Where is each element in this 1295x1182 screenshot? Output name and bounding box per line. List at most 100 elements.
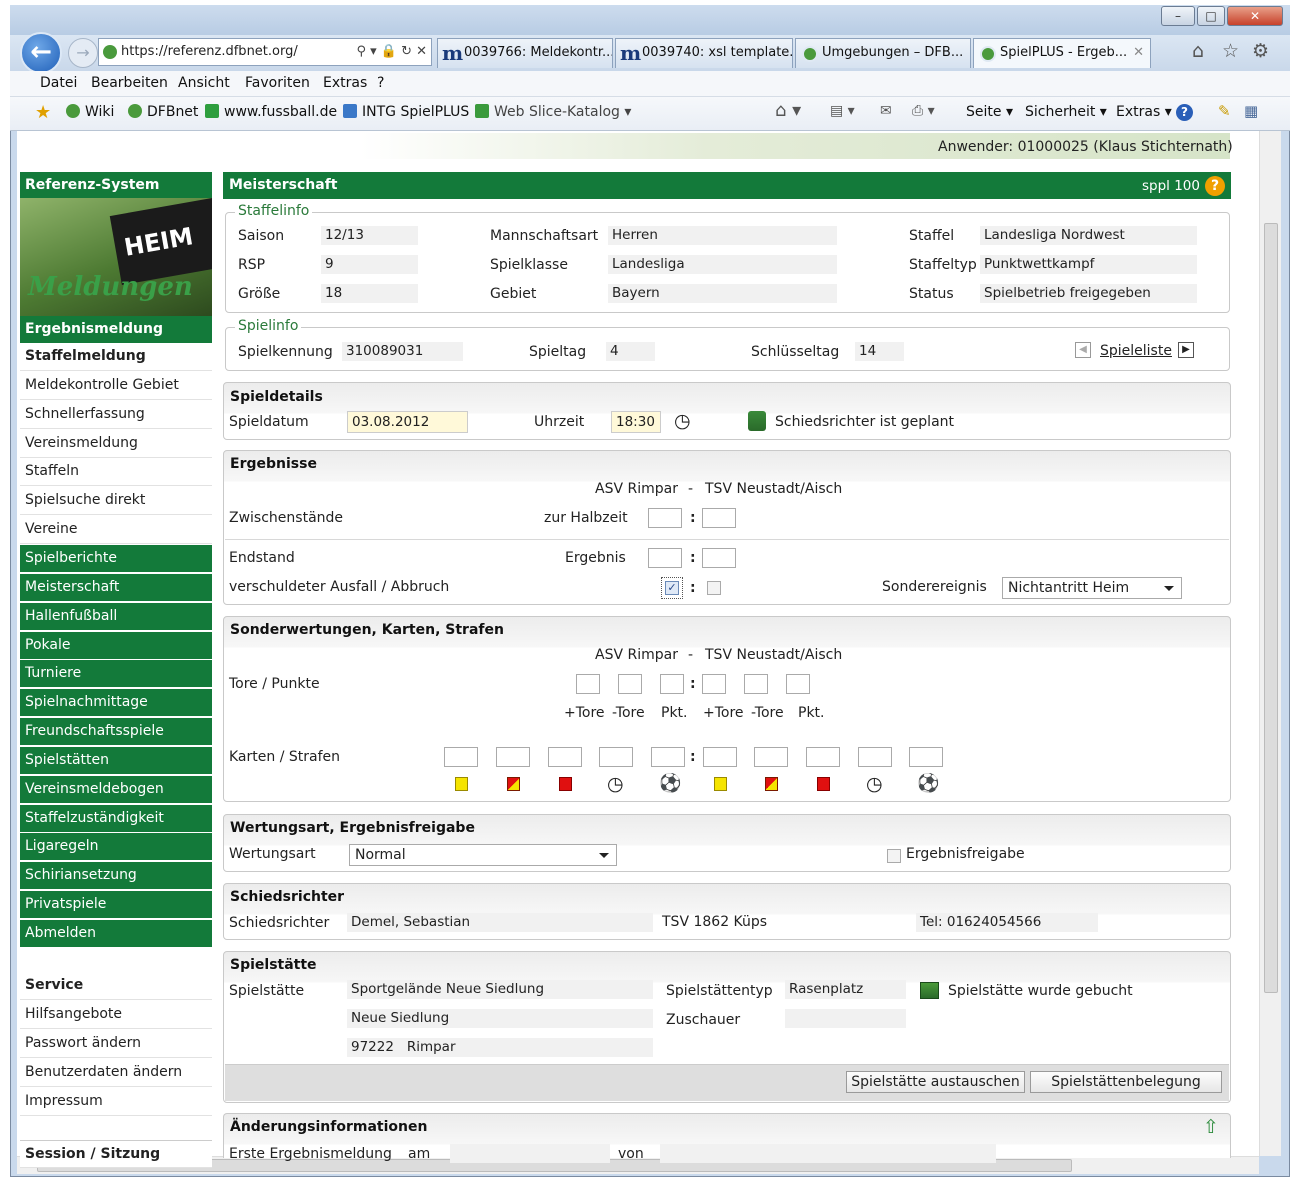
sidebar-item-spielsuche-direkt[interactable]: Spielsuche direkt — [20, 487, 212, 516]
sonderereignis-select[interactable]: Nichtantritt Heim — [1002, 577, 1182, 599]
away-time-penalty-input[interactable] — [858, 747, 892, 767]
home-plus-tore-input[interactable] — [576, 674, 600, 694]
settings-gear-icon[interactable]: ⚙ — [1252, 40, 1269, 62]
sidebar-item-ergebnismeldung[interactable]: Ergebnismeldung — [20, 316, 212, 344]
sidebar-item-vereinsmeldung[interactable]: Vereinsmeldung — [20, 429, 212, 458]
tools-icon[interactable]: ▦ — [1244, 102, 1258, 120]
tab-umgebungen[interactable]: Umgebungen – DFB... — [795, 38, 971, 68]
ergebnis-away-input[interactable] — [702, 548, 736, 568]
service-item-benutzerdaten-ändern[interactable]: Benutzerdaten ändern — [20, 1059, 212, 1087]
back-button-icon[interactable]: ← — [20, 32, 62, 74]
sidebar-item-vereinsmeldebogen[interactable]: Vereinsmeldebogen — [20, 775, 212, 804]
forward-button-icon[interactable]: → — [68, 38, 98, 68]
sidebar-item-staffelzuständigkeit[interactable]: Staffelzuständigkeit — [20, 804, 212, 833]
away-punkte-input[interactable] — [786, 674, 810, 694]
tool-seite[interactable]: Seite ▾ — [966, 104, 1013, 120]
research-icon[interactable]: ✎ — [1218, 102, 1231, 120]
halbzeit-home-input[interactable] — [648, 508, 682, 528]
sidebar-item-hallenfußball[interactable]: Hallenfußball — [20, 602, 212, 631]
collapse-up-icon[interactable]: ⇧ — [1203, 1116, 1219, 1138]
sidebar-item-vereine[interactable]: Vereine — [20, 516, 212, 545]
away-minus-tore-input[interactable] — [744, 674, 768, 694]
sidebar-item-abmelden[interactable]: Abmelden — [20, 920, 212, 948]
ergebnisfreigabe-checkbox[interactable] — [887, 849, 901, 863]
away-plus-tore-input[interactable] — [702, 674, 726, 694]
print-icon[interactable]: ⎙ ▾ — [912, 103, 935, 119]
wertungsart-select[interactable]: Normal — [349, 844, 617, 866]
fav-wiki[interactable]: Wiki — [66, 104, 114, 120]
mail-icon[interactable]: ✉ — [880, 103, 892, 119]
fav-fussball[interactable]: www.fussball.de — [205, 104, 337, 120]
home-icon[interactable]: ⌂ — [1192, 40, 1204, 62]
menu-datei[interactable]: Datei — [40, 75, 77, 91]
home-time-penalty-input[interactable] — [599, 747, 633, 767]
sidebar-item-schiriansetzung[interactable]: Schiriansetzung — [20, 862, 212, 891]
sidebar-item-pokale[interactable]: Pokale — [20, 631, 212, 660]
close-tab-icon[interactable]: ✕ — [1133, 39, 1144, 67]
spieldatum-input[interactable]: 03.08.2012 — [347, 411, 468, 433]
vertical-scrollbar[interactable] — [1259, 131, 1281, 1156]
service-item-passwort-ändern[interactable]: Passwort ändern — [20, 1030, 212, 1058]
sidebar-item-spielnachmittage[interactable]: Spielnachmittage — [20, 689, 212, 718]
home-page-icon[interactable]: ⌂ ▾ — [775, 100, 801, 121]
sidebar-item-spielstätten[interactable]: Spielstätten — [20, 746, 212, 775]
sidebar-item-turniere[interactable]: Turniere — [20, 660, 212, 689]
tab-xsl-template[interactable]: m 0039740: xsl template... — [615, 38, 793, 68]
help-icon[interactable]: ? — [1176, 104, 1193, 121]
sidebar-item-meisterschaft[interactable]: Meisterschaft — [20, 573, 212, 602]
clock-icon[interactable]: ◷ — [674, 411, 691, 431]
sidebar-item-freundschaftsspiele[interactable]: Freundschaftsspiele — [20, 718, 212, 747]
menu-extras[interactable]: Extras — [323, 75, 367, 91]
menu-bearbeiten[interactable]: Bearbeiten — [91, 75, 168, 91]
away-ball-input[interactable] — [909, 747, 943, 767]
sidebar-item-privatspiele[interactable]: Privatspiele — [20, 891, 212, 920]
uhrzeit-input[interactable]: 18:30 — [611, 411, 661, 433]
close-window-button[interactable]: ✕ — [1227, 6, 1283, 26]
address-bar[interactable]: https://referenz.dfbnet.org/ ⚲ ▾ 🔒 ↻ ✕ — [98, 38, 432, 66]
sidebar-item-meldekontrolle-gebiet[interactable]: Meldekontrolle Gebiet — [20, 371, 212, 400]
ergebnis-home-input[interactable] — [648, 548, 682, 568]
maximize-button[interactable]: □ — [1197, 6, 1225, 26]
home-red-card-input[interactable] — [548, 747, 582, 767]
sidebar-item-ligaregeln[interactable]: Ligaregeln — [20, 833, 212, 862]
spielstaette-austauschen-button[interactable]: Spielstätte austauschen — [846, 1071, 1025, 1093]
sidebar-item-staffeln[interactable]: Staffeln — [20, 458, 212, 487]
spielstaettenbelegung-button[interactable]: Spielstättenbelegung — [1030, 1071, 1222, 1093]
feeds-icon[interactable]: ▤ ▾ — [830, 103, 855, 119]
tool-sicherheit[interactable]: Sicherheit ▾ — [1025, 104, 1107, 120]
favorites-icon[interactable]: ★ — [35, 102, 51, 123]
away-yellow-red-card-input[interactable] — [754, 747, 788, 767]
tab-meldekontrolle[interactable]: m 0039766: Meldekontr... — [437, 38, 613, 68]
previous-game-icon[interactable]: ◀ — [1075, 342, 1091, 358]
menu-ansicht[interactable]: Ansicht — [178, 75, 230, 91]
scroll-thumb[interactable] — [1264, 223, 1278, 993]
tab-spielplus[interactable]: SpielPLUS - Ergeb... ✕ — [973, 38, 1151, 68]
ausfall-away-checkbox[interactable] — [707, 581, 721, 595]
sidebar-item-staffelmeldung[interactable]: Staffelmeldung — [20, 343, 212, 371]
away-yellow-card-input[interactable] — [703, 747, 737, 767]
spieleliste-link[interactable]: Spieleliste — [1100, 343, 1172, 359]
home-punkte-input[interactable] — [660, 674, 684, 694]
home-yellow-red-card-input[interactable] — [496, 747, 530, 767]
next-game-icon[interactable]: ▶ — [1178, 342, 1194, 358]
service-item-impressum[interactable]: Impressum — [20, 1088, 212, 1116]
help-question-icon[interactable]: ? — [1205, 176, 1225, 196]
fav-web-slice[interactable]: Web Slice-Katalog ▾ — [475, 104, 631, 120]
fav-intg-spielplus[interactable]: INTG SpielPLUS — [343, 104, 469, 120]
favorites-star-icon[interactable]: ☆ — [1222, 40, 1239, 62]
tool-extras[interactable]: Extras ▾ — [1116, 104, 1172, 120]
home-yellow-card-input[interactable] — [444, 747, 478, 767]
home-ball-input[interactable] — [651, 747, 685, 767]
sidebar-item-spielberichte[interactable]: Spielberichte — [20, 544, 212, 573]
away-red-card-input[interactable] — [806, 747, 840, 767]
address-bar-tools-icon[interactable]: ⚲ ▾ 🔒 ↻ ✕ — [356, 39, 427, 65]
service-item-hilfsangebote[interactable]: Hilfsangebote — [20, 1001, 212, 1029]
halbzeit-away-input[interactable] — [702, 508, 736, 528]
sidebar-item-schnellerfassung[interactable]: Schnellerfassung — [20, 400, 212, 429]
home-minus-tore-input[interactable] — [618, 674, 642, 694]
fav-dfbnet[interactable]: DFBnet — [128, 104, 198, 120]
menu-help[interactable]: ? — [377, 75, 384, 91]
menu-favoriten[interactable]: Favoriten — [245, 75, 310, 91]
ausfall-home-checkbox[interactable]: ✓ — [661, 577, 683, 599]
minimize-button[interactable]: – — [1161, 6, 1195, 26]
